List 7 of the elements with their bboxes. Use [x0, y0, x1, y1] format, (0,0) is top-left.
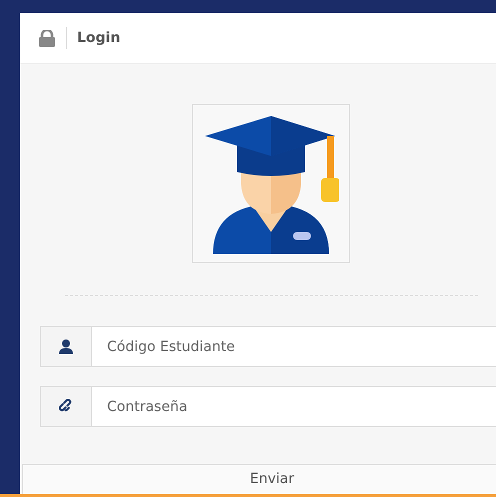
input-group[interactable]: Código Estudiante — [40, 326, 496, 367]
submit-button[interactable]: Enviar — [22, 464, 496, 494]
link-icon — [58, 399, 74, 414]
lock-icon — [38, 30, 56, 46]
user-icon — [59, 339, 73, 354]
panel-title: Login — [77, 30, 120, 46]
input-group[interactable]: Contraseña — [40, 386, 496, 427]
